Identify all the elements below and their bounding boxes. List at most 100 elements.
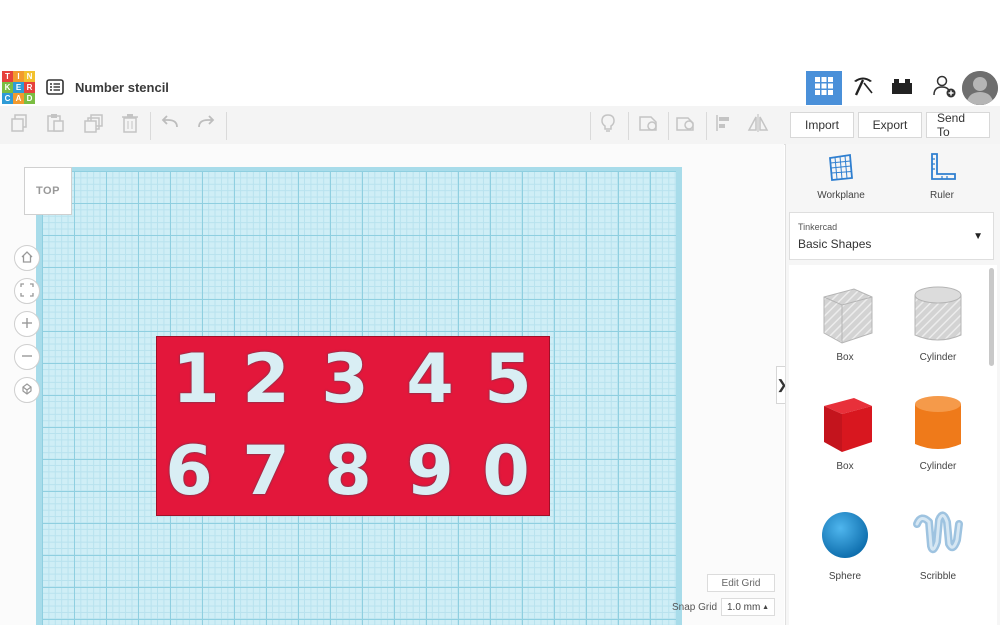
shape-cylinder[interactable]: Cylinder	[898, 392, 978, 472]
export-button[interactable]: Export	[858, 112, 922, 138]
tinkercad-logo[interactable]: TINKERCAD	[2, 71, 36, 104]
shape-label: Cylinder	[919, 352, 957, 363]
orbit-button[interactable]	[14, 377, 40, 403]
redo-button[interactable]	[194, 113, 218, 137]
fit-icon	[20, 282, 34, 300]
snap-grid-value: 1.0 mm	[727, 601, 761, 613]
stencil-digit: 4	[406, 340, 454, 419]
shape-label: Cylinder	[919, 461, 957, 472]
zoom-out-button[interactable]	[14, 344, 40, 370]
mirror-button[interactable]	[746, 113, 770, 137]
undo-icon	[160, 113, 180, 138]
workplane-label: Workplane	[817, 190, 865, 201]
user-avatar[interactable]	[962, 71, 998, 105]
stencil-digit: 8	[324, 432, 372, 511]
fit-view-button[interactable]	[14, 278, 40, 304]
send-to-button[interactable]: Send To	[926, 111, 990, 139]
scribble-icon	[898, 502, 978, 571]
view-cube-label: TOP	[36, 185, 60, 197]
toolbar-divider	[150, 112, 151, 140]
caret-down-icon: ▼	[973, 231, 983, 242]
shape-cylinder-hole[interactable]: Cylinder	[898, 283, 978, 363]
duplicate-icon	[84, 113, 104, 138]
pickaxe-icon	[851, 75, 875, 102]
light-button[interactable]	[596, 113, 620, 137]
stencil-digit: 6	[165, 432, 213, 511]
copy-button[interactable]	[7, 113, 31, 137]
edit-grid-button[interactable]: Edit Grid	[707, 574, 775, 592]
logo-letter: D	[24, 93, 35, 104]
paste-button[interactable]	[43, 113, 67, 137]
workplane-icon	[801, 152, 881, 185]
logo-letter: E	[13, 82, 24, 93]
cylinder-icon	[898, 392, 978, 461]
bricks-button[interactable]	[884, 71, 920, 105]
ruler-label: Ruler	[930, 190, 954, 201]
ruler-tool[interactable]: Ruler	[902, 152, 982, 201]
library-provider: Tinkercad	[798, 222, 838, 232]
toolbar-divider	[628, 112, 629, 140]
library-name: Basic Shapes	[798, 237, 872, 251]
toolbar-divider	[706, 112, 707, 140]
document-title[interactable]: Number stencil	[75, 80, 169, 95]
blocks-button[interactable]	[845, 71, 881, 105]
add-user-icon	[931, 74, 957, 103]
logo-letter: A	[13, 93, 24, 104]
mirror-icon	[747, 113, 769, 138]
stencil-digit: 0	[482, 432, 530, 511]
number-stencil-plate[interactable]: 1 2 3 4 5 6 7 8 9 0	[156, 336, 550, 516]
3d-view-button[interactable]	[806, 71, 842, 105]
add-user-button[interactable]	[926, 71, 962, 105]
home-view-button[interactable]	[14, 245, 40, 271]
list-icon[interactable]	[46, 79, 64, 95]
import-button[interactable]: Import	[790, 112, 854, 138]
grid-icon	[814, 76, 834, 101]
view-cube[interactable]: TOP	[24, 167, 72, 215]
shape-label: Scribble	[919, 571, 957, 582]
light-icon	[598, 113, 618, 138]
sphere-icon	[805, 502, 885, 571]
shape-box[interactable]: Box	[805, 392, 885, 472]
logo-letter: R	[24, 82, 35, 93]
top-blank-area	[0, 0, 1000, 70]
shape-sphere[interactable]: Sphere	[805, 502, 885, 582]
paste-icon	[45, 113, 65, 138]
snap-grid-label: Snap Grid	[672, 602, 718, 613]
logo-letter: T	[2, 71, 13, 82]
panel-scrollbar[interactable]	[989, 268, 994, 366]
align-icon	[714, 113, 734, 138]
redo-icon	[196, 113, 216, 138]
orbit-icon	[20, 382, 34, 399]
align-button[interactable]	[712, 113, 736, 137]
stencil-digit: 5	[484, 340, 532, 419]
delete-button[interactable]	[118, 113, 142, 137]
shape-label: Box	[836, 461, 854, 472]
zoom-in-button[interactable]	[14, 311, 40, 337]
logo-letter: C	[2, 93, 13, 104]
shape-box-hole[interactable]: Box	[805, 283, 885, 363]
undo-button[interactable]	[158, 113, 182, 137]
toolbar-divider	[668, 112, 669, 140]
logo-letter: N	[24, 71, 35, 82]
workplane-tool[interactable]: Workplane	[801, 152, 881, 201]
brick-icon	[891, 77, 913, 100]
trash-icon	[120, 113, 140, 138]
logo-letter: K	[2, 82, 13, 93]
snap-grid-select[interactable]: 1.0 mm ▲	[721, 598, 775, 616]
home-icon	[20, 250, 34, 267]
zoom-in-icon	[20, 316, 34, 333]
shape-label: Sphere	[828, 571, 862, 582]
stencil-digit: 9	[406, 432, 454, 511]
stencil-digit: 2	[242, 340, 290, 419]
hole-shape-icon	[675, 113, 697, 138]
duplicate-button[interactable]	[82, 113, 106, 137]
shape-library-select[interactable]: Tinkercad Basic Shapes ▼	[789, 212, 994, 260]
box-icon	[805, 392, 885, 461]
group-button[interactable]	[636, 113, 660, 137]
stencil-digit: 7	[242, 432, 290, 511]
toolbar-divider	[590, 112, 591, 140]
cylinder-hole-icon	[898, 283, 978, 352]
shape-label: Box	[836, 352, 854, 363]
shape-scribble[interactable]: Scribble	[898, 502, 978, 582]
ungroup-button[interactable]	[674, 113, 698, 137]
